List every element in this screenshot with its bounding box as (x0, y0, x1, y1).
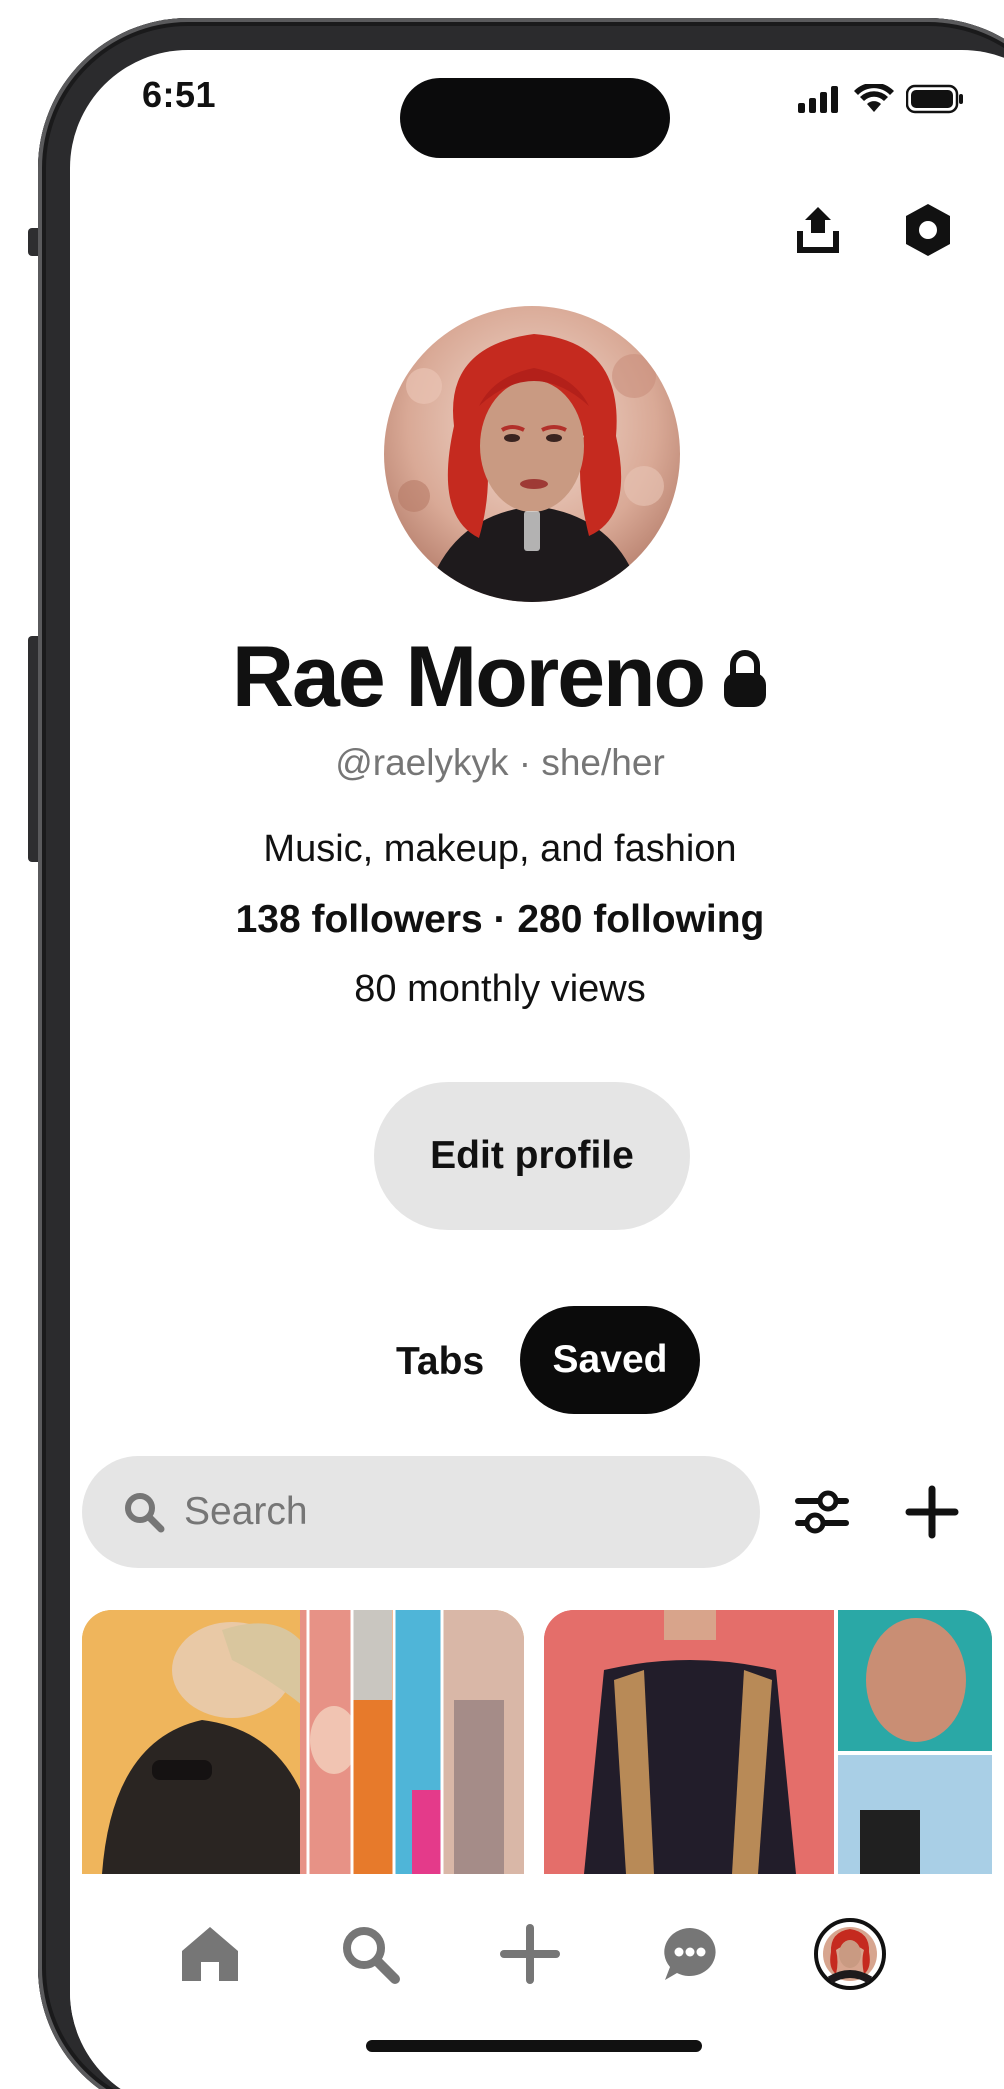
nav-profile[interactable] (810, 1914, 890, 1994)
filter-button[interactable] (786, 1476, 858, 1548)
status-icons (798, 84, 964, 114)
wifi-icon (854, 84, 894, 112)
sliders-filter-icon (795, 1490, 849, 1534)
nav-create[interactable] (490, 1914, 570, 1994)
settings-button[interactable] (898, 198, 958, 262)
board-preview-2[interactable] (544, 1610, 992, 1874)
dynamic-island (400, 78, 670, 158)
chat-bubble-icon (664, 1928, 716, 1980)
nav-home[interactable] (170, 1914, 250, 1994)
search-placeholder: Search (184, 1490, 308, 1533)
search-icon (343, 1927, 400, 1984)
status-time: 6:51 (142, 74, 217, 115)
profile-avatar[interactable] (384, 306, 680, 602)
home-indicator (366, 2040, 702, 2052)
home-icon (182, 1927, 238, 1981)
battery-icon (906, 84, 963, 114)
add-board-button[interactable] (896, 1476, 968, 1548)
cellular-signal-icon (798, 86, 838, 113)
edit-profile-button[interactable]: Edit profile (374, 1082, 690, 1230)
nav-messages[interactable] (650, 1914, 730, 1994)
bottom-navigation (70, 1874, 1004, 2089)
monthly-views: 80 monthly views (354, 968, 646, 1010)
share-button[interactable] (788, 198, 848, 262)
lock-icon (724, 649, 767, 707)
avatar (814, 1918, 886, 1990)
profile-bio: Music, makeup, and fashion (263, 828, 737, 870)
plus-icon (905, 1485, 959, 1539)
settings-hexagon-icon (906, 204, 950, 256)
nav-search[interactable] (330, 1914, 410, 1994)
device-stage: 6:51 Rae Moreno @raelykyk · she/her Musi… (0, 0, 1004, 2089)
profile-name-row: Rae Moreno (70, 628, 930, 727)
profile-name: Rae Moreno (231, 629, 706, 725)
plus-icon (500, 1924, 560, 1984)
profile-photo (384, 306, 680, 602)
tab-tabs[interactable]: Tabs (396, 1340, 484, 1384)
search-input[interactable]: Search (82, 1456, 760, 1568)
search-icon (125, 1493, 165, 1533)
board-cover-collage-1 (82, 1610, 524, 1874)
follower-stats[interactable]: 138 followers · 280 following (70, 898, 930, 942)
share-upload-icon (797, 207, 839, 253)
board-preview-1[interactable] (82, 1610, 524, 1874)
board-cover-collage-2 (544, 1610, 992, 1874)
phone-screen: 6:51 Rae Moreno @raelykyk · she/her Musi… (70, 50, 1004, 2089)
tab-saved[interactable]: Saved (520, 1306, 700, 1414)
profile-handle: @raelykyk · she/her (335, 742, 665, 783)
